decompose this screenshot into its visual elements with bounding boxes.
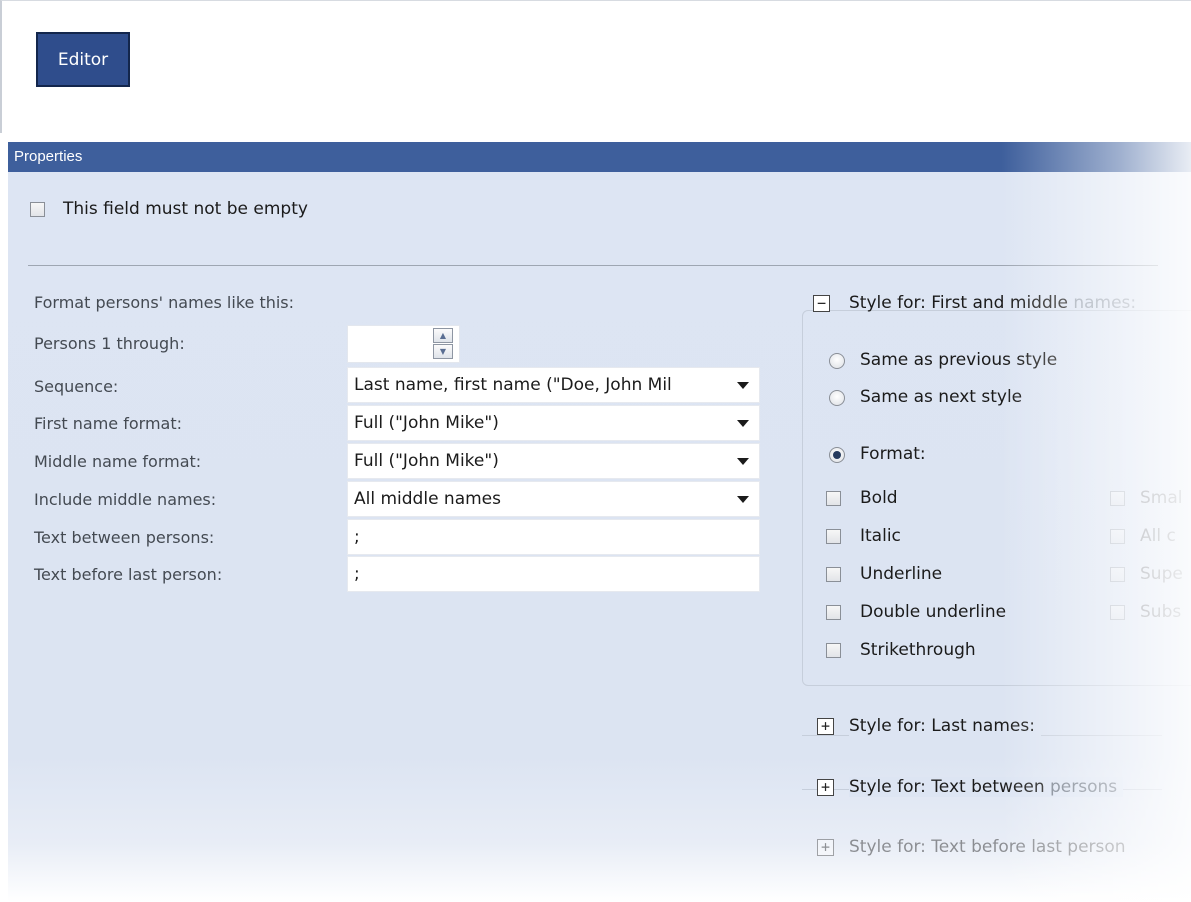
text-before-last-person-value: ; [354, 564, 360, 584]
style-first-middle-title: Style for: First and middle names: [849, 293, 1136, 313]
small-caps-label: Smal [1140, 488, 1183, 508]
italic-label: Italic [860, 526, 901, 546]
chevron-down-icon [737, 420, 749, 427]
expand-icon[interactable]: + [817, 718, 834, 735]
text-between-persons-label: Text between persons: [34, 528, 215, 547]
must-not-be-empty-checkbox[interactable] [30, 202, 45, 217]
style-text-between-faded: persons [1050, 777, 1118, 797]
arrow-up-icon: ▲ [439, 331, 447, 340]
sequence-value: Last name, first name ("Doe, John Mil [354, 375, 672, 395]
style-text-between-text: Style for: Text between [849, 777, 1045, 797]
include-middle-names-dropdown[interactable]: All middle names [347, 481, 760, 517]
sequence-label: Sequence: [34, 377, 119, 396]
small-caps-checkbox[interactable] [1110, 491, 1125, 506]
double-underline-checkbox[interactable] [826, 605, 841, 620]
first-name-format-value: Full ("John Mike") [354, 413, 499, 433]
bold-label: Bold [860, 488, 898, 508]
italic-checkbox[interactable] [826, 529, 841, 544]
app-window: Editor Properties This field must not be… [0, 0, 1191, 902]
include-middle-names-value: All middle names [354, 489, 501, 509]
style-first-middle-title-faded: names: [1073, 293, 1137, 313]
spin-up-button[interactable]: ▲ [433, 328, 453, 343]
middle-name-format-value: Full ("John Mike") [354, 451, 499, 471]
chevron-down-icon [737, 382, 749, 389]
text-between-persons-value: ; [354, 527, 360, 547]
style-text-before-last-text: Style for: Text before last person [849, 837, 1126, 857]
format-intro-label: Format persons' names like this: [34, 293, 295, 312]
properties-header: Properties [8, 142, 1191, 172]
arrow-down-icon: ▼ [439, 347, 447, 356]
divider [28, 265, 1158, 266]
double-underline-label: Double underline [860, 602, 1007, 622]
collapse-icon[interactable]: − [813, 295, 830, 312]
text-between-persons-input[interactable]: ; [347, 519, 760, 555]
bold-checkbox[interactable] [826, 491, 841, 506]
spin-down-button[interactable]: ▼ [433, 344, 453, 359]
style-first-middle-title-text: Style for: First and middle [849, 293, 1068, 313]
format-radio[interactable] [829, 447, 845, 463]
must-not-be-empty-label: This field must not be empty [63, 199, 308, 219]
superscript-checkbox[interactable] [1110, 567, 1125, 582]
middle-name-format-label: Middle name format: [34, 452, 202, 471]
superscript-label: Supe [1140, 564, 1183, 584]
persons-through-spinner[interactable]: ▲ ▼ [347, 325, 460, 363]
text-before-last-person-label: Text before last person: [34, 565, 223, 584]
chevron-down-icon [737, 458, 749, 465]
sequence-dropdown[interactable]: Last name, first name ("Doe, John Mil [347, 367, 760, 403]
expand-icon[interactable]: + [817, 839, 834, 856]
underline-label: Underline [860, 564, 943, 584]
include-middle-names-label: Include middle names: [34, 490, 217, 509]
text-before-last-person-input[interactable]: ; [347, 556, 760, 592]
style-text-between-title: Style for: Text between persons [849, 777, 1124, 797]
persons-through-label: Persons 1 through: [34, 334, 185, 353]
all-caps-label: All c [1140, 526, 1176, 546]
subscript-label: Subs [1140, 602, 1182, 622]
style-last-names-text: Style for: Last names: [849, 716, 1035, 736]
format-label: Format: [860, 444, 926, 464]
same-as-next-radio[interactable] [829, 390, 845, 406]
strikethrough-label: Strikethrough [860, 640, 976, 660]
same-as-next-label: Same as next style [860, 387, 1023, 407]
same-as-previous-label: Same as previous style [860, 350, 1058, 370]
style-last-names-title: Style for: Last names: [849, 716, 1041, 736]
first-name-format-dropdown[interactable]: Full ("John Mike") [347, 405, 760, 441]
underline-checkbox[interactable] [826, 567, 841, 582]
subscript-checkbox[interactable] [1110, 605, 1125, 620]
all-caps-checkbox[interactable] [1110, 529, 1125, 544]
same-as-previous-radio[interactable] [829, 353, 845, 369]
middle-name-format-dropdown[interactable]: Full ("John Mike") [347, 443, 760, 479]
editor-button[interactable]: Editor [36, 32, 130, 87]
strikethrough-checkbox[interactable] [826, 643, 841, 658]
style-text-before-last-title: Style for: Text before last person [849, 837, 1126, 857]
first-name-format-label: First name format: [34, 414, 182, 433]
chevron-down-icon [737, 496, 749, 503]
toolbar: Editor [0, 0, 1191, 133]
expand-icon[interactable]: + [817, 779, 834, 796]
